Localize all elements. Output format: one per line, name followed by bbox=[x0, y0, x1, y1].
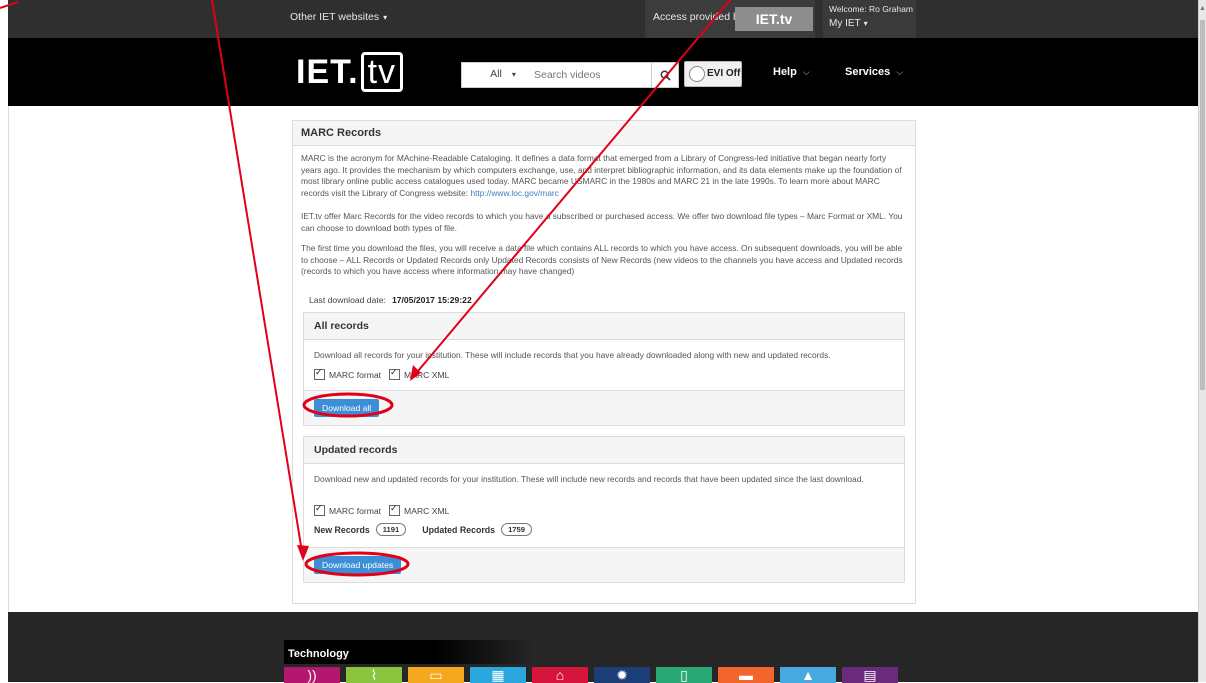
updated-marc-xml-checkbox[interactable] bbox=[389, 503, 401, 516]
marc-description-text: MARC is the acronym for MAchine-Readable… bbox=[301, 153, 902, 198]
chevron-down-icon: ⌵ bbox=[802, 67, 810, 77]
updated-marc-format-label: MARC format bbox=[329, 505, 382, 516]
access-provided-text: Access provided by bbox=[653, 11, 745, 23]
welcome-text: Welcome: Ro Graham bbox=[829, 4, 913, 14]
logo-iet-text: IET. bbox=[296, 53, 359, 91]
scroll-up-arrow-icon[interactable]: ▲ bbox=[1199, 4, 1206, 14]
all-records-footer: Download all bbox=[304, 390, 904, 425]
all-records-options: MARC format MARC XML bbox=[314, 367, 450, 380]
my-iet-menu[interactable]: My IET ▾ bbox=[829, 18, 868, 29]
updated-marc-format-checkbox[interactable] bbox=[314, 503, 325, 516]
toggle-knob-icon bbox=[689, 66, 705, 82]
marc-records-panel: MARC Records MARC is the acronym for MAc… bbox=[292, 120, 916, 604]
updated-records-description: Download new and updated records for you… bbox=[314, 474, 864, 484]
download-updates-button[interactable]: Download updates bbox=[314, 556, 402, 574]
search-icon bbox=[660, 70, 671, 81]
car-icon: ▬ bbox=[739, 667, 753, 683]
updated-marc-xml-label: MARC XML bbox=[404, 505, 450, 516]
institution-logo: IET.tv bbox=[735, 7, 813, 31]
last-download-value: 17/05/2017 15:29:22 bbox=[391, 295, 472, 305]
help-label: Help bbox=[773, 66, 797, 78]
services-menu[interactable]: Services ⌵ bbox=[845, 66, 903, 78]
gear-icon: ✹ bbox=[616, 667, 628, 683]
panel-title: MARC Records bbox=[293, 121, 915, 146]
film-category-tile[interactable]: ▤ bbox=[842, 667, 898, 683]
scrollbar-thumb[interactable] bbox=[1200, 20, 1205, 390]
house-icon: ⌂ bbox=[555, 667, 565, 683]
new-records-label: New Records bbox=[314, 524, 370, 535]
updated-records-count-badge: 1759 bbox=[501, 523, 532, 536]
technology-heading: Technology bbox=[288, 648, 349, 660]
updated-records-label: Updated Records bbox=[422, 524, 496, 535]
all-marc-format-label: MARC format bbox=[329, 369, 382, 380]
battery-category-tile[interactable]: ▯ bbox=[656, 667, 712, 683]
all-records-description: Download all records for your institutio… bbox=[314, 350, 831, 360]
new-records-count-badge: 1191 bbox=[375, 523, 407, 536]
updated-records-title: Updated records bbox=[304, 437, 904, 464]
search-input[interactable] bbox=[532, 64, 646, 86]
film-icon: ▤ bbox=[863, 667, 877, 683]
screen-icon: ▭ bbox=[429, 667, 443, 683]
chevron-down-icon: ⌵ bbox=[896, 67, 904, 77]
other-iet-websites-label: Other IET websites bbox=[290, 11, 380, 23]
caret-down-icon: ▾ bbox=[511, 70, 516, 79]
other-iet-websites-menu[interactable]: Other IET websites ▾ bbox=[290, 11, 387, 23]
download-all-button[interactable]: Download all bbox=[314, 399, 380, 417]
chevron-down-icon: ▾ bbox=[863, 19, 868, 28]
marc-description: MARC is the acronym for MAchine-Readable… bbox=[301, 153, 905, 199]
plane-category-tile[interactable]: ▲ bbox=[780, 667, 836, 683]
search-category-select[interactable]: All ▾ bbox=[470, 68, 536, 80]
record-counts: New Records 1191 Updated Records 1759 bbox=[314, 523, 532, 536]
updated-records-panel: Updated records Download new and updated… bbox=[303, 436, 905, 583]
help-menu[interactable]: Help ⌵ bbox=[773, 66, 810, 78]
house-category-tile[interactable]: ⌂ bbox=[532, 667, 588, 683]
loc-marc-link[interactable]: http://www.loc.gov/marc bbox=[470, 188, 558, 198]
my-iet-label: My IET bbox=[829, 18, 861, 29]
last-download-label: Last download date: bbox=[309, 295, 386, 305]
leaf-icon: ⌇ bbox=[370, 667, 378, 683]
all-records-title: All records bbox=[304, 313, 904, 340]
updated-records-options: MARC format MARC XML bbox=[314, 503, 450, 516]
evi-toggle[interactable]: EVI Off bbox=[684, 61, 742, 87]
plane-icon: ▲ bbox=[801, 667, 815, 683]
chevron-down-icon: ▾ bbox=[383, 13, 388, 22]
leaf-category-tile[interactable]: ⌇ bbox=[346, 667, 402, 683]
ietv-offer-text: IET.tv offer Marc Records for the video … bbox=[301, 211, 903, 233]
screen-category-tile[interactable]: ▭ bbox=[408, 667, 464, 683]
ietv-logo[interactable]: IET. tv bbox=[296, 52, 404, 92]
updated-records-footer: Download updates bbox=[304, 547, 904, 582]
all-marc-xml-checkbox[interactable] bbox=[389, 367, 401, 380]
all-records-panel: All records Download all records for you… bbox=[303, 312, 905, 426]
all-marc-format-checkbox[interactable] bbox=[314, 367, 325, 380]
rss-icon: )) bbox=[307, 667, 317, 683]
first-download-text: The first time you download the files, y… bbox=[301, 243, 903, 276]
services-label: Services bbox=[845, 66, 891, 78]
vertical-scrollbar[interactable]: ▲ bbox=[1198, 0, 1206, 682]
last-download: Last download date: 17/05/2017 15:29:22 bbox=[309, 295, 472, 305]
car-category-tile[interactable]: ▬ bbox=[718, 667, 774, 683]
evi-label: EVI Off bbox=[707, 68, 741, 79]
chip-category-tile[interactable]: ▦ bbox=[470, 667, 526, 683]
search-button[interactable] bbox=[651, 63, 678, 87]
gear-category-tile[interactable]: ✹ bbox=[594, 667, 650, 683]
rss-category-tile[interactable]: )) bbox=[284, 667, 340, 683]
chip-icon: ▦ bbox=[491, 667, 505, 683]
utility-bar bbox=[8, 0, 1199, 38]
battery-icon: ▯ bbox=[680, 667, 688, 683]
search-category-value: All bbox=[490, 68, 502, 80]
all-marc-xml-label: MARC XML bbox=[404, 369, 450, 380]
logo-tv-text: tv bbox=[360, 52, 404, 92]
search-bar: All ▾ bbox=[461, 62, 679, 88]
